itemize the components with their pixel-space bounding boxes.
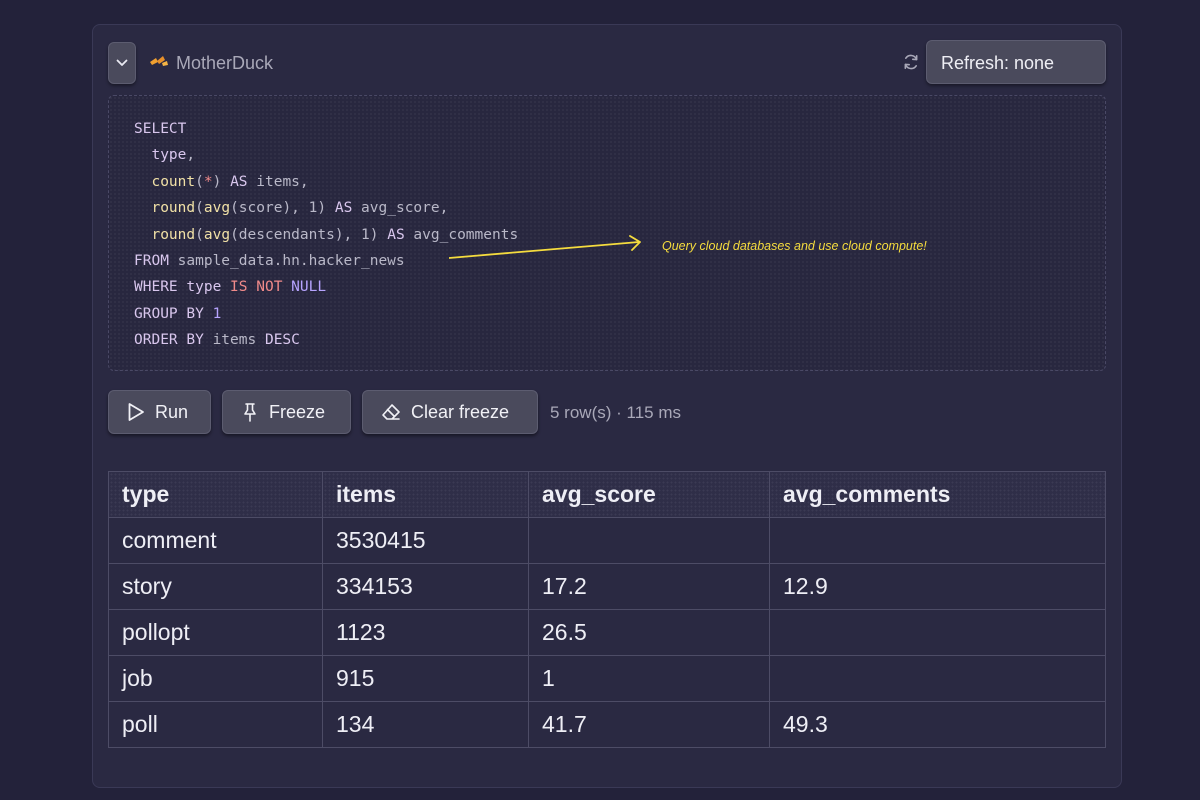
eraser-icon xyxy=(382,404,400,420)
table-cell: 49.3 xyxy=(769,701,1106,748)
run-label: Run xyxy=(155,401,189,422)
table-cell: 3530415 xyxy=(322,517,529,564)
run-button[interactable]: Run xyxy=(108,390,211,434)
freeze-button[interactable]: Freeze xyxy=(222,390,351,434)
arrow-icon xyxy=(449,235,641,259)
pin-icon xyxy=(244,403,256,422)
code-line-3: count(*) AS items, xyxy=(151,173,309,190)
chevron-down-icon xyxy=(116,59,128,66)
refresh-dropdown[interactable]: Refresh: none xyxy=(926,40,1106,84)
annotation-text: Query cloud databases and use cloud comp… xyxy=(662,239,927,253)
table-cell: 134 xyxy=(322,701,529,748)
table-cell: 1123 xyxy=(322,609,529,656)
play-icon xyxy=(128,403,144,421)
table-cell: 26.5 xyxy=(528,609,770,656)
clear-freeze-button[interactable]: Clear freeze xyxy=(362,390,538,434)
table-cell: job xyxy=(108,655,323,702)
code-line-7: WHERE type IS NOT NULL xyxy=(134,279,327,296)
freeze-label: Freeze xyxy=(269,401,326,422)
code-line-9: ORDER BY items DESC xyxy=(134,332,300,349)
table-row: story 334153 17.2 12.9 xyxy=(108,563,1106,610)
table-cell: 1 xyxy=(528,655,770,702)
table-cell: poll xyxy=(108,701,323,748)
table-row: pollopt 1123 26.5 xyxy=(108,609,1106,656)
collapse-button[interactable] xyxy=(108,42,136,84)
query-status: 5 row(s) · 115 ms xyxy=(550,403,681,422)
table-row: poll 134 41.7 49.3 xyxy=(108,701,1106,748)
table-cell: 17.2 xyxy=(528,563,770,610)
column-header[interactable]: avg_comments xyxy=(769,471,1106,518)
table-cell: 41.7 xyxy=(528,701,770,748)
sql-editor[interactable]: SELECT type, count(*) AS items, round(av… xyxy=(108,95,1106,371)
code-line-2: type, xyxy=(151,147,196,164)
code-line-8: GROUP BY 1 xyxy=(134,305,222,322)
table-row: job 915 1 xyxy=(108,655,1106,702)
column-header[interactable]: items xyxy=(322,471,529,518)
cell-header: MotherDuck Refresh: none xyxy=(108,40,1106,86)
results-table: type items avg_score avg_comments commen… xyxy=(108,471,1106,748)
table-cell xyxy=(769,655,1106,702)
code-line-1: SELECT xyxy=(134,116,518,142)
table-cell: story xyxy=(108,563,323,610)
column-header[interactable]: type xyxy=(108,471,323,518)
refresh-icon[interactable] xyxy=(902,53,920,71)
table-cell xyxy=(769,517,1106,564)
table-cell xyxy=(528,517,770,564)
sql-keyword: SELECT xyxy=(134,121,187,137)
table-row: comment 3530415 xyxy=(108,517,1106,564)
table-cell: comment xyxy=(108,517,323,564)
sql-identifier: type xyxy=(151,147,187,164)
table-cell: 334153 xyxy=(322,563,529,610)
table-cell: 12.9 xyxy=(769,563,1106,610)
query-cell: MotherDuck Refresh: none SELECT type, co… xyxy=(92,24,1122,788)
code-line-4: round(avg(score), 1) AS avg_score, xyxy=(151,200,449,217)
database-name: MotherDuck xyxy=(176,53,274,73)
sql-function: count xyxy=(151,173,196,190)
clear-freeze-label: Clear freeze xyxy=(411,401,510,422)
column-header[interactable]: avg_score xyxy=(528,471,770,518)
table-cell xyxy=(769,609,1106,656)
table-cell: 915 xyxy=(322,655,529,702)
table-cell: pollopt xyxy=(108,609,323,656)
motherduck-logo xyxy=(150,56,168,66)
header-row: type items avg_score avg_comments xyxy=(108,471,1106,518)
